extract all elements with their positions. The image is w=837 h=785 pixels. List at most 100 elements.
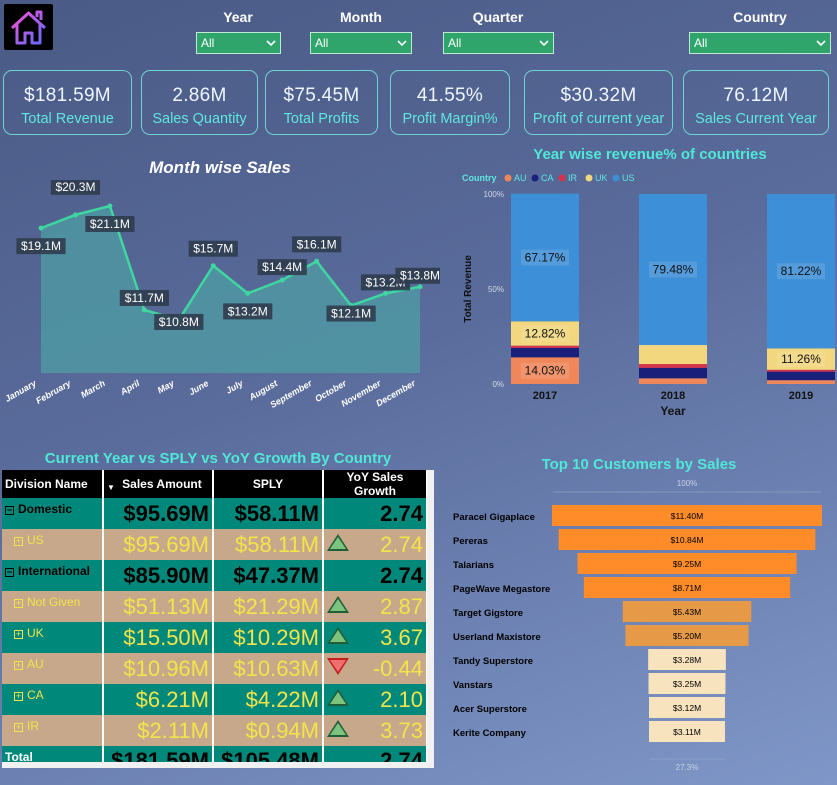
col-header-growth[interactable]: YoY Sales Growth	[323, 470, 428, 498]
data-point	[141, 307, 147, 313]
matrix-vertical-scrollbar[interactable]	[427, 470, 434, 768]
x-tick-label: February	[34, 378, 73, 406]
sply-cell: $10.63M	[213, 653, 324, 684]
row-name: US	[27, 533, 44, 547]
matrix-group-row[interactable]: − Domestic $95.69M $58.11M 2.74	[2, 498, 428, 529]
kpi-label: Profit of current year	[532, 111, 665, 127]
y-tick-label: 0%	[492, 380, 504, 389]
data-point	[210, 263, 216, 269]
kpi-value: 41.55%	[416, 85, 484, 106]
matrix-country-row[interactable]: + Not Given $51.13M $21.29M 2.87	[2, 591, 428, 622]
expand-icon[interactable]: +	[14, 692, 23, 701]
growth-matrix[interactable]: Division Name ▼ Sales Amount SPLY YoY Sal…	[2, 470, 434, 768]
customer-name: Kerite Company	[453, 728, 527, 739]
row-name-cell: − Domestic	[2, 498, 104, 529]
sply-cell: $10.29M	[213, 622, 324, 653]
kpi-value: $30.32M	[560, 85, 637, 106]
slicer-quarter-value: All	[448, 36, 462, 50]
sales-amount-cell: $95.69M	[103, 498, 214, 529]
legend-item: CA	[541, 173, 554, 183]
yoy-growth-cell: -0.44	[323, 653, 428, 684]
kpi-label: Profit Margin%	[402, 111, 498, 127]
slicer-quarter-dropdown[interactable]: All	[443, 32, 554, 54]
x-tick-label: May	[156, 378, 177, 396]
row-name: Domestic	[18, 502, 73, 516]
matrix-horizontal-scrollbar[interactable]	[2, 762, 427, 768]
top-customers-chart: 100% Paracel Gigaplace $11.40M Pereras $10.8…	[453, 479, 822, 772]
yoy-growth-cell: 2.74	[323, 560, 428, 591]
growth-value: 2.74	[380, 531, 423, 557]
legend-title: Country	[462, 173, 497, 183]
customer-name: Talarians	[453, 560, 494, 571]
year-revenue-title: Year wise revenue% of countries	[533, 146, 767, 163]
funnel-value-label: $3.11M	[673, 727, 701, 737]
slicer-year-dropdown[interactable]: All	[196, 32, 281, 54]
data-point	[314, 258, 320, 264]
legend-swatch	[504, 174, 512, 182]
row-name: AU	[27, 657, 44, 671]
col-header-division[interactable]: Division Name	[2, 470, 104, 498]
x-tick-label: 2018	[661, 390, 685, 402]
sales-amount-cell: $95.69M	[103, 529, 214, 560]
expand-icon[interactable]: +	[14, 630, 23, 639]
chevron-down-icon	[266, 40, 276, 47]
growth-value: 2.87	[380, 593, 423, 619]
matrix-country-row[interactable]: + AU $10.96M $10.63M -0.44	[2, 653, 428, 684]
data-label: $11.7M	[125, 291, 164, 305]
expand-icon[interactable]: +	[14, 599, 23, 608]
matrix-country-row[interactable]: + IR $2.11M $0.94M 3.73	[2, 715, 428, 746]
matrix-country-row[interactable]: + UK $15.50M $10.29M 3.67	[2, 622, 428, 653]
sply-cell: $58.11M	[213, 498, 324, 529]
row-name: UK	[27, 626, 44, 640]
data-label: $14.4M	[262, 260, 302, 274]
expand-icon[interactable]: +	[14, 661, 23, 670]
kpi-label: Total Revenue	[21, 111, 114, 127]
slicer-month-title: Month	[340, 9, 382, 25]
x-tick-label: January	[3, 378, 39, 404]
customer-name: PageWave Megastore	[453, 584, 550, 595]
sply-cell: $0.94M	[213, 715, 324, 746]
expand-icon[interactable]: +	[14, 723, 23, 732]
col-header-sales[interactable]: ▼ Sales Amount	[103, 470, 214, 498]
expand-icon[interactable]: +	[14, 537, 23, 546]
kpi-value: 76.12M	[723, 85, 789, 106]
collapse-icon[interactable]: −	[5, 568, 14, 577]
trend-down-icon	[327, 657, 349, 675]
matrix-country-row[interactable]: + CA $6.21M $4.22M 2.10	[2, 684, 428, 715]
kpi-label: Sales Quantity	[152, 111, 247, 127]
funnel-value-label: $10.84M	[670, 535, 703, 545]
slicer-month-value: All	[315, 36, 329, 50]
kpi-label: Total Profits	[283, 111, 360, 127]
funnel-value-label: $5.43M	[673, 607, 701, 617]
customer-name: Pereras	[453, 536, 488, 547]
funnel-value-label: $3.25M	[673, 679, 701, 689]
stacked-bar-segment	[767, 371, 835, 381]
kpi-sales-current-year: 76.12M Sales Current Year	[683, 70, 829, 135]
trend-up-icon	[327, 533, 349, 551]
col-header-sply[interactable]: SPLY	[213, 470, 324, 498]
row-name-cell: + CA	[2, 684, 104, 715]
legend-swatch	[531, 174, 539, 182]
funnel-top-label: 100%	[677, 479, 697, 488]
slicer-country-dropdown[interactable]: All	[689, 32, 831, 54]
row-name: International	[18, 564, 91, 578]
slicer-country-title: Country	[733, 9, 787, 25]
matrix-group-row[interactable]: − International $85.90M $47.37M 2.74	[2, 560, 428, 591]
data-label: 79.48%	[653, 263, 694, 277]
data-point	[72, 212, 78, 218]
slicer-month-dropdown[interactable]: All	[310, 32, 412, 54]
matrix-country-row[interactable]: + US $95.69M $58.11M 2.74	[2, 529, 428, 560]
legend-item: US	[622, 173, 635, 183]
stacked-bar-segment	[511, 345, 579, 348]
yoy-growth-cell: 2.87	[323, 591, 428, 622]
x-axis-label: Year	[660, 404, 686, 418]
home-logo[interactable]	[4, 4, 53, 50]
home-icon	[10, 10, 47, 45]
chevron-down-icon	[397, 40, 407, 47]
data-point	[38, 225, 44, 231]
row-name: Not Given	[27, 595, 81, 609]
sply-cell: $21.29M	[213, 591, 324, 622]
collapse-icon[interactable]: −	[5, 506, 14, 515]
stacked-bar-segment	[639, 364, 707, 368]
yoy-growth-cell: 2.74	[323, 498, 428, 529]
